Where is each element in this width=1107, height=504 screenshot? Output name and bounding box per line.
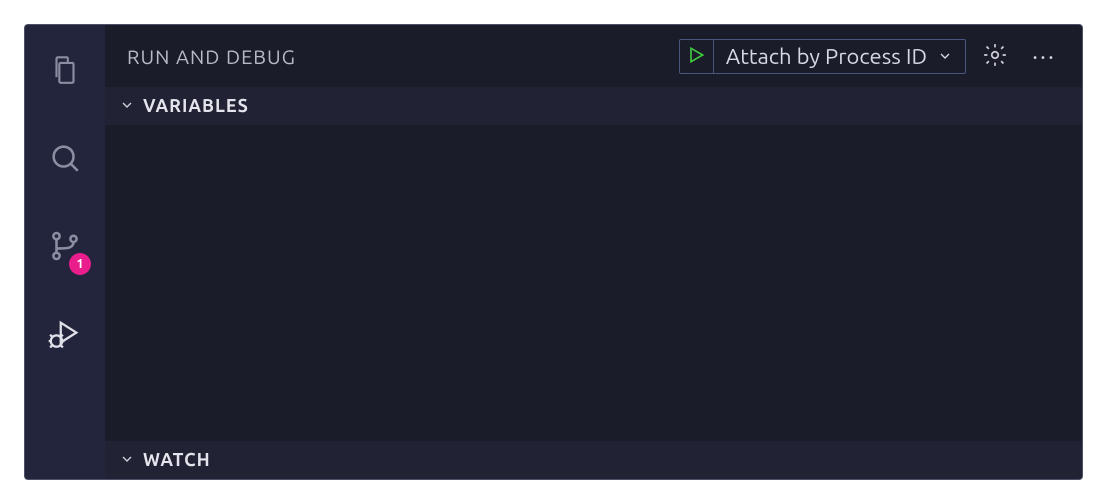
chevron-down-icon [937,44,953,69]
section-watch-header[interactable]: WATCH [105,441,1082,479]
run-config-group: Attach by Process ID [679,39,966,74]
search-icon [48,141,82,178]
debug-config-select[interactable]: Attach by Process ID [714,40,965,73]
run-debug-panel: RUN AND DEBUG Attach by Process ID [105,25,1082,479]
section-watch-title: WATCH [143,450,211,470]
debug-settings-button[interactable] [980,41,1010,71]
more-actions-button[interactable]: ··· [1024,43,1064,70]
section-variables-title: VARIABLES [143,96,249,116]
activity-search[interactable] [41,135,89,183]
vscode-window: 1 RUN AND DEBUG [24,24,1083,480]
panel-header: RUN AND DEBUG Attach by Process ID [105,25,1082,87]
panel-title: RUN AND DEBUG [127,45,665,68]
chevron-down-icon [119,97,135,116]
start-debug-button[interactable] [680,40,714,73]
activity-run-debug[interactable] [41,311,89,359]
section-variables-body [105,125,1082,441]
activity-explorer[interactable] [41,47,89,95]
gear-icon [982,42,1008,71]
activity-bar: 1 [25,25,105,479]
activity-source-control[interactable]: 1 [41,223,89,271]
ellipsis-icon: ··· [1032,43,1056,70]
chevron-down-icon [119,451,135,470]
play-icon [686,45,706,68]
run-debug-icon [48,317,82,354]
debug-config-label: Attach by Process ID [726,44,927,69]
source-control-badge: 1 [69,253,91,275]
section-variables-header[interactable]: VARIABLES [105,87,1082,125]
files-icon [48,53,82,90]
